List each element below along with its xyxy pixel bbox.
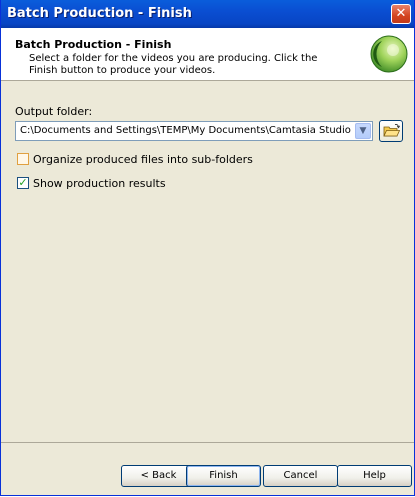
show-results-checkbox[interactable]: ✓ xyxy=(17,176,29,189)
cancel-button[interactable]: Cancel xyxy=(263,465,338,487)
dialog-window: Batch Production - Finish ✕ Batch Produc… xyxy=(0,0,415,496)
output-folder-label: Output folder: xyxy=(15,105,93,118)
checkmark-icon: ✓ xyxy=(18,176,28,189)
organize-subfolders-label: Organize produced files into sub-folders xyxy=(33,153,253,166)
chevron-down-icon: ▼ xyxy=(359,126,367,136)
output-folder-combobox[interactable]: C:\Documents and Settings\TEMP\My Docume… xyxy=(15,121,373,141)
title-bar[interactable]: Batch Production - Finish ✕ xyxy=(1,0,414,28)
dropdown-button[interactable]: ▼ xyxy=(355,123,371,139)
camtasia-logo-icon xyxy=(370,35,408,73)
show-results-label: Show production results xyxy=(33,177,166,190)
wizard-header: Batch Production - Finish Select a folde… xyxy=(1,28,414,81)
window-title: Batch Production - Finish xyxy=(7,6,192,21)
browse-folder-button[interactable] xyxy=(379,120,403,142)
header-title: Batch Production - Finish xyxy=(15,38,172,51)
organize-subfolders-checkbox[interactable] xyxy=(17,153,29,165)
finish-button[interactable]: Finish xyxy=(186,465,261,487)
folder-open-icon xyxy=(383,123,401,137)
back-button[interactable]: < Back xyxy=(121,465,196,487)
close-button[interactable]: ✕ xyxy=(391,4,411,24)
wizard-content: Output folder: C:\Documents and Settings… xyxy=(1,81,414,441)
button-bar: < Back Finish Cancel Help xyxy=(1,442,414,497)
close-icon: ✕ xyxy=(395,6,407,21)
help-button[interactable]: Help xyxy=(337,465,412,487)
header-description: Select a folder for the videos you are p… xyxy=(29,53,318,76)
output-folder-value: C:\Documents and Settings\TEMP\My Docume… xyxy=(20,125,351,136)
